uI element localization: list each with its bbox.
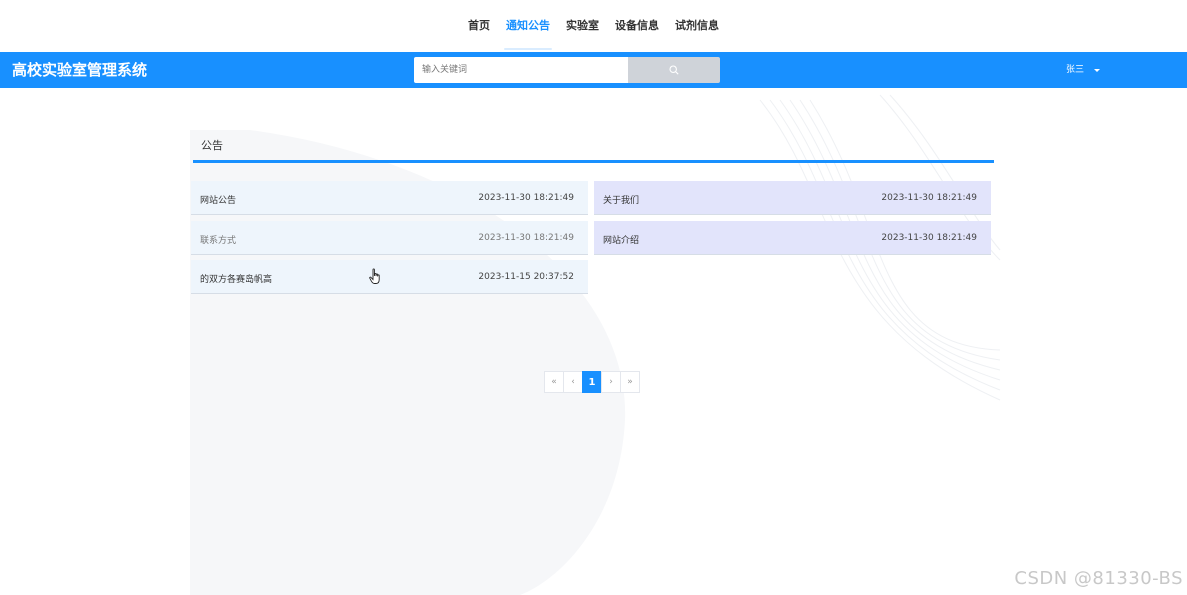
top-navigation: 首页 通知公告 实验室 设备信息 试剂信息 — [0, 0, 1187, 52]
watermark: CSDN @81330-BS — [1014, 568, 1183, 589]
nav-item-labs[interactable]: 实验室 — [558, 0, 607, 52]
notice-title: 网站公告 — [200, 196, 237, 206]
notice-item[interactable]: 网站介绍 2023-11-30 18:21:49 — [594, 221, 991, 255]
notice-time: 2023-11-30 18:21:49 — [478, 233, 574, 243]
pagination-last-button[interactable]: » — [620, 371, 640, 393]
search-icon — [669, 65, 679, 75]
nav-item-equipment[interactable]: 设备信息 — [607, 0, 667, 52]
notice-title: 联系方式 — [200, 236, 237, 246]
search-input[interactable] — [414, 57, 628, 83]
notice-title: 关于我们 — [603, 196, 640, 206]
notice-title: 的双方各赛岛帆高 — [200, 275, 273, 285]
notice-item[interactable]: 网站公告 2023-11-30 18:21:49 — [191, 181, 588, 215]
background-decoration — [190, 94, 1001, 595]
notice-title: 网站介绍 — [603, 236, 640, 246]
chevron-down-icon — [1094, 69, 1101, 72]
nav-item-home[interactable]: 首页 — [460, 0, 498, 52]
nav-item-reagents[interactable]: 试剂信息 — [667, 0, 727, 52]
pagination-next-button[interactable]: › — [601, 371, 621, 393]
section-header: 公告 — [193, 128, 994, 163]
pagination-first-button[interactable]: « — [544, 371, 564, 393]
section-title: 公告 — [201, 139, 223, 152]
notice-time: 2023-11-30 18:21:49 — [478, 193, 574, 203]
page: 首页 通知公告 实验室 设备信息 试剂信息 高校实验室管理系统 张三 公告 网站… — [0, 0, 1187, 595]
notice-item[interactable]: 关于我们 2023-11-30 18:21:49 — [594, 181, 991, 215]
pagination: « ‹ 1 › » — [544, 371, 640, 393]
notice-time: 2023-11-30 18:21:49 — [881, 233, 977, 243]
notice-time: 2023-11-30 18:21:49 — [881, 193, 977, 203]
notice-item[interactable]: 联系方式 2023-11-30 18:21:49 — [191, 221, 588, 255]
user-menu[interactable]: 张三 — [1066, 52, 1101, 88]
search-button[interactable] — [628, 57, 720, 83]
nav-item-notices[interactable]: 通知公告 — [498, 0, 558, 52]
site-title: 高校实验室管理系统 — [12, 61, 148, 79]
pagination-page-1[interactable]: 1 — [582, 371, 602, 393]
notice-item[interactable]: 的双方各赛岛帆高 2023-11-15 20:37:52 — [191, 260, 588, 294]
header-bar: 高校实验室管理系统 张三 — [0, 52, 1187, 88]
user-name: 张三 — [1066, 65, 1085, 75]
hand-cursor-icon — [369, 268, 380, 284]
pagination-prev-button[interactable]: ‹ — [563, 371, 583, 393]
notice-time: 2023-11-15 20:37:52 — [478, 272, 574, 282]
